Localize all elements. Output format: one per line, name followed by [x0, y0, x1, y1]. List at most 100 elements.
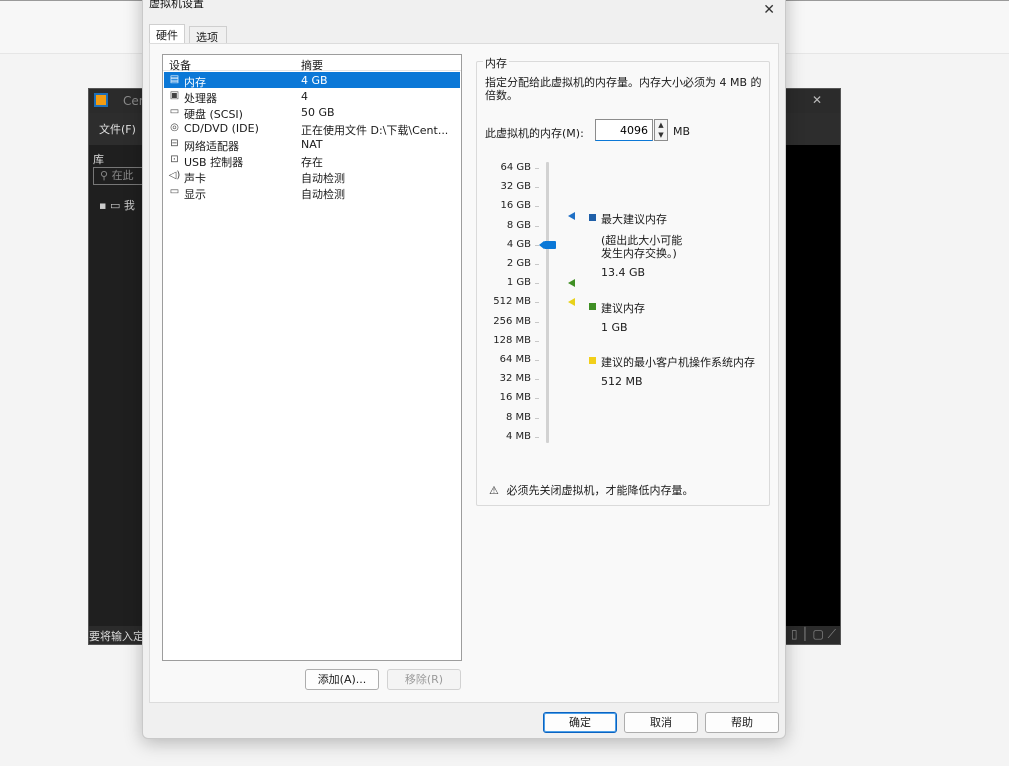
- device-row-network-adapter[interactable]: ⊟ 网络适配器 NAT: [164, 136, 460, 153]
- vm-settings-dialog: 虚拟机设置 ✕ 硬件 选项 设备 摘要 ▤ 内存 4 GB ▣ 处理器 4 ▭ …: [142, 0, 786, 739]
- device-row-display[interactable]: ▭ 显示 自动检测: [164, 184, 460, 201]
- device-summary: NAT: [301, 138, 323, 151]
- scale-label: 2 GB: [506, 258, 531, 269]
- device-row-memory[interactable]: ▤ 内存 4 GB: [164, 72, 460, 89]
- sound-icon: ◁): [168, 170, 181, 181]
- legend-max-note-2: 发生内存交换。): [601, 247, 677, 260]
- cd-dvd-icon: ◎: [170, 122, 179, 133]
- device-row-cd-dvd[interactable]: ◎ CD/DVD (IDE) 正在使用文件 D:\下载\Cent...: [164, 120, 460, 137]
- scale-label: 512 MB: [493, 296, 531, 308]
- legend-max-title: 最大建议内存: [601, 213, 667, 226]
- scale-tick: [535, 360, 539, 361]
- legend-recommended-square: [589, 303, 596, 310]
- dialog-close-icon[interactable]: ✕: [763, 2, 775, 18]
- warning-icon: ⚠: [489, 484, 499, 497]
- warning-text: 必须先关闭虚拟机，才能降低内存量。: [506, 484, 694, 497]
- library-tree-item[interactable]: ▪ ▭ 我: [99, 197, 135, 213]
- cancel-button[interactable]: 取消: [624, 712, 698, 733]
- legend-max-value: 13.4 GB: [601, 266, 646, 279]
- device-row-hard-disk[interactable]: ▭ 硬盘 (SCSI) 50 GB: [164, 104, 460, 121]
- memory-group-title: 内存: [483, 55, 509, 71]
- memory-input-label: 此虚拟机的内存(M):: [485, 127, 584, 140]
- background-library-panel: 库 ⚲ 在此 ▪ ▭ 我: [89, 145, 149, 629]
- device-row-processor[interactable]: ▣ 处理器 4: [164, 88, 460, 105]
- library-search-input[interactable]: ⚲ 在此: [93, 167, 149, 185]
- library-search-placeholder: 在此: [111, 169, 134, 182]
- scale-label: 1 GB: [506, 277, 531, 289]
- device-row-usb-controller[interactable]: ⊡ USB 控制器 存在: [164, 152, 460, 169]
- scale-label: 16 GB: [500, 200, 531, 212]
- legend-min-title: 建议的最小客户机操作系统内存: [601, 356, 755, 369]
- scale-label: 32 MB: [499, 373, 531, 385]
- memory-slider-track[interactable]: [546, 162, 549, 443]
- library-tree-label: 我: [123, 199, 135, 212]
- scale-tick: [535, 168, 539, 169]
- background-status-text: 要将输入定: [89, 630, 144, 643]
- search-icon: ⚲: [100, 169, 109, 182]
- scale-tick: [535, 436, 539, 438]
- device-list-header: 设备 摘要: [163, 55, 461, 73]
- scale-tick: [535, 379, 539, 381]
- background-menu-file[interactable]: 文件(F): [99, 121, 136, 137]
- device-summary: 4: [301, 90, 308, 103]
- memory-marker-icon: [568, 212, 575, 220]
- memory-unit-label: MB: [673, 125, 691, 138]
- legend-recommended-title: 建议内存: [601, 302, 645, 315]
- help-button[interactable]: 帮助: [705, 712, 779, 733]
- add-device-button[interactable]: 添加(A)...: [305, 669, 379, 690]
- tab-options[interactable]: 选项: [189, 26, 227, 44]
- device-summary: 4 GB: [301, 74, 328, 87]
- scale-label: 8 MB: [505, 411, 531, 423]
- ok-button[interactable]: 确定: [543, 712, 617, 733]
- vmware-logo-icon: [94, 93, 108, 107]
- legend-max-square: [589, 214, 596, 221]
- legend-recommended-value: 1 GB: [601, 321, 628, 334]
- scale-tick: [535, 206, 539, 208]
- tab-hardware[interactable]: 硬件: [149, 24, 185, 45]
- computer-icon: ▭: [109, 199, 121, 212]
- device-name: 显示: [184, 188, 206, 201]
- memory-marker-icon: [568, 279, 575, 288]
- scale-label: 32 GB: [500, 181, 531, 193]
- memory-size-input[interactable]: [595, 119, 653, 141]
- scale-tick: [535, 398, 539, 400]
- scale-tick: [535, 283, 539, 285]
- scale-tick: [535, 302, 539, 304]
- device-row-sound-card[interactable]: ◁) 声卡 自动检测: [164, 168, 460, 185]
- scale-tick: [535, 225, 539, 227]
- background-close-icon[interactable]: ✕: [812, 93, 822, 107]
- spin-up-icon[interactable]: ▲: [655, 120, 667, 130]
- scale-tick: [535, 321, 539, 323]
- remove-device-button[interactable]: 移除(R): [387, 669, 461, 690]
- device-summary: 50 GB: [301, 106, 335, 119]
- scale-tick: [535, 340, 539, 342]
- scale-label: 4 MB: [505, 430, 531, 442]
- scale-label: 4 GB: [506, 238, 531, 250]
- memory-slider-thumb[interactable]: [539, 240, 556, 249]
- scale-label: 8 GB: [506, 219, 531, 231]
- legend-min-value: 512 MB: [601, 375, 643, 388]
- spin-down-icon[interactable]: ▼: [655, 130, 667, 140]
- memory-settings-group: 内存 指定分配给此虚拟机的内存量。内存大小必须为 4 MB 的倍数。 此虚拟机的…: [476, 55, 770, 506]
- memory-warning: ⚠ 必须先关闭虚拟机，才能降低内存量。: [489, 482, 694, 498]
- memory-icon: ▤: [169, 74, 180, 85]
- memory-marker-icon: [568, 298, 575, 307]
- memory-spinner[interactable]: ▲ ▼: [654, 119, 668, 141]
- hard-disk-icon: ▭: [169, 106, 180, 117]
- display-icon: ▭: [169, 186, 180, 197]
- device-list[interactable]: 设备 摘要 ▤ 内存 4 GB ▣ 处理器 4 ▭ 硬盘 (SCSI) 50 G…: [162, 54, 462, 661]
- scale-tick: [535, 264, 539, 265]
- network-adapter-icon: ⊟: [170, 138, 179, 149]
- legend-min-square: [589, 357, 596, 364]
- hardware-panel: 设备 摘要 ▤ 内存 4 GB ▣ 处理器 4 ▭ 硬盘 (SCSI) 50 G…: [149, 43, 779, 703]
- scale-label: 256 MB: [493, 315, 531, 327]
- status-device-icons: ▯ │ ▢ ⟋: [790, 627, 836, 641]
- memory-description: 指定分配给此虚拟机的内存量。内存大小必须为 4 MB 的倍数。: [485, 76, 762, 102]
- scale-tick: [535, 187, 539, 189]
- scale-label: 64 MB: [499, 354, 531, 365]
- library-title: 库: [93, 153, 104, 166]
- scale-tick: [535, 417, 539, 419]
- device-summary: 自动检测: [301, 188, 345, 201]
- header-device[interactable]: 设备: [169, 57, 191, 73]
- header-summary[interactable]: 摘要: [301, 57, 323, 73]
